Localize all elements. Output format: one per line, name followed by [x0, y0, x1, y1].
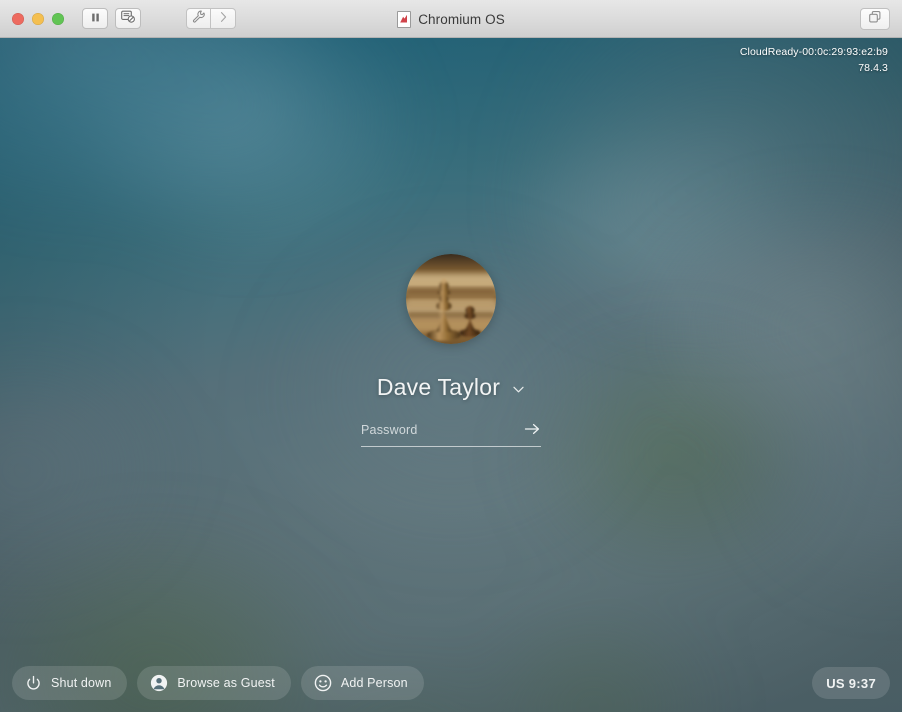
- shelf-status-area: US 9:37: [812, 667, 890, 699]
- add-person-label: Add Person: [340, 676, 408, 690]
- user-selector[interactable]: Dave Taylor: [377, 374, 525, 401]
- status-tray-button[interactable]: US 9:37: [812, 667, 890, 699]
- shut-down-button[interactable]: Shut down: [12, 666, 128, 700]
- tools-button[interactable]: [186, 8, 211, 29]
- traffic-light-group: [12, 12, 64, 25]
- pause-button[interactable]: [82, 8, 108, 29]
- unity-windows-button[interactable]: [860, 8, 890, 30]
- add-person-icon: [314, 674, 332, 692]
- chromium-os-doc-icon: [397, 10, 412, 28]
- shelf-buttons: Shut down Browse as Guest Add Person: [12, 666, 424, 700]
- maximize-window-button[interactable]: [52, 12, 64, 25]
- chevron-right-icon: [219, 10, 228, 28]
- login-shelf: Shut down Browse as Guest Add Person US …: [0, 654, 902, 712]
- person-icon: [150, 674, 168, 692]
- expand-toolbar-button[interactable]: [211, 8, 236, 29]
- login-screen-desktop: CloudReady-00:0c:29:93:e2:b9 78.4.3 Dave…: [0, 38, 902, 712]
- browse-as-guest-button[interactable]: Browse as Guest: [137, 666, 291, 700]
- password-submit-button[interactable]: [523, 421, 541, 439]
- password-field-wrapper: [361, 421, 541, 447]
- minimize-window-button[interactable]: [32, 12, 44, 25]
- shut-down-label: Shut down: [51, 676, 112, 690]
- windows-stack-icon: [868, 10, 882, 29]
- wrench-icon: [192, 10, 205, 28]
- status-tray-label: US 9:37: [826, 675, 876, 691]
- arrow-right-icon: [524, 422, 541, 439]
- close-window-button[interactable]: [12, 12, 24, 25]
- tools-segmented-group: [186, 8, 236, 29]
- password-input[interactable]: [361, 423, 523, 437]
- user-name: Dave Taylor: [376, 374, 501, 400]
- login-pod: Dave Taylor: [0, 38, 902, 712]
- power-icon: [25, 675, 42, 692]
- window-title: Chromium OS: [418, 11, 505, 27]
- window-titlebar: Chromium OS: [0, 0, 902, 38]
- browse-as-guest-label: Browse as Guest: [177, 676, 275, 690]
- pause-icon: [90, 10, 101, 28]
- vm-control-group: [82, 8, 141, 29]
- snapshot-icon: [121, 10, 135, 28]
- snapshot-button[interactable]: [115, 8, 141, 29]
- add-person-button[interactable]: Add Person: [300, 666, 424, 700]
- avatar[interactable]: [406, 254, 496, 344]
- chevron-down-icon[interactable]: [512, 383, 525, 396]
- chromium-os-vm-window: Chromium OS CloudReady-00:0c:29:93:e2:b9…: [0, 0, 902, 712]
- chess-pieces-photo: [406, 254, 496, 344]
